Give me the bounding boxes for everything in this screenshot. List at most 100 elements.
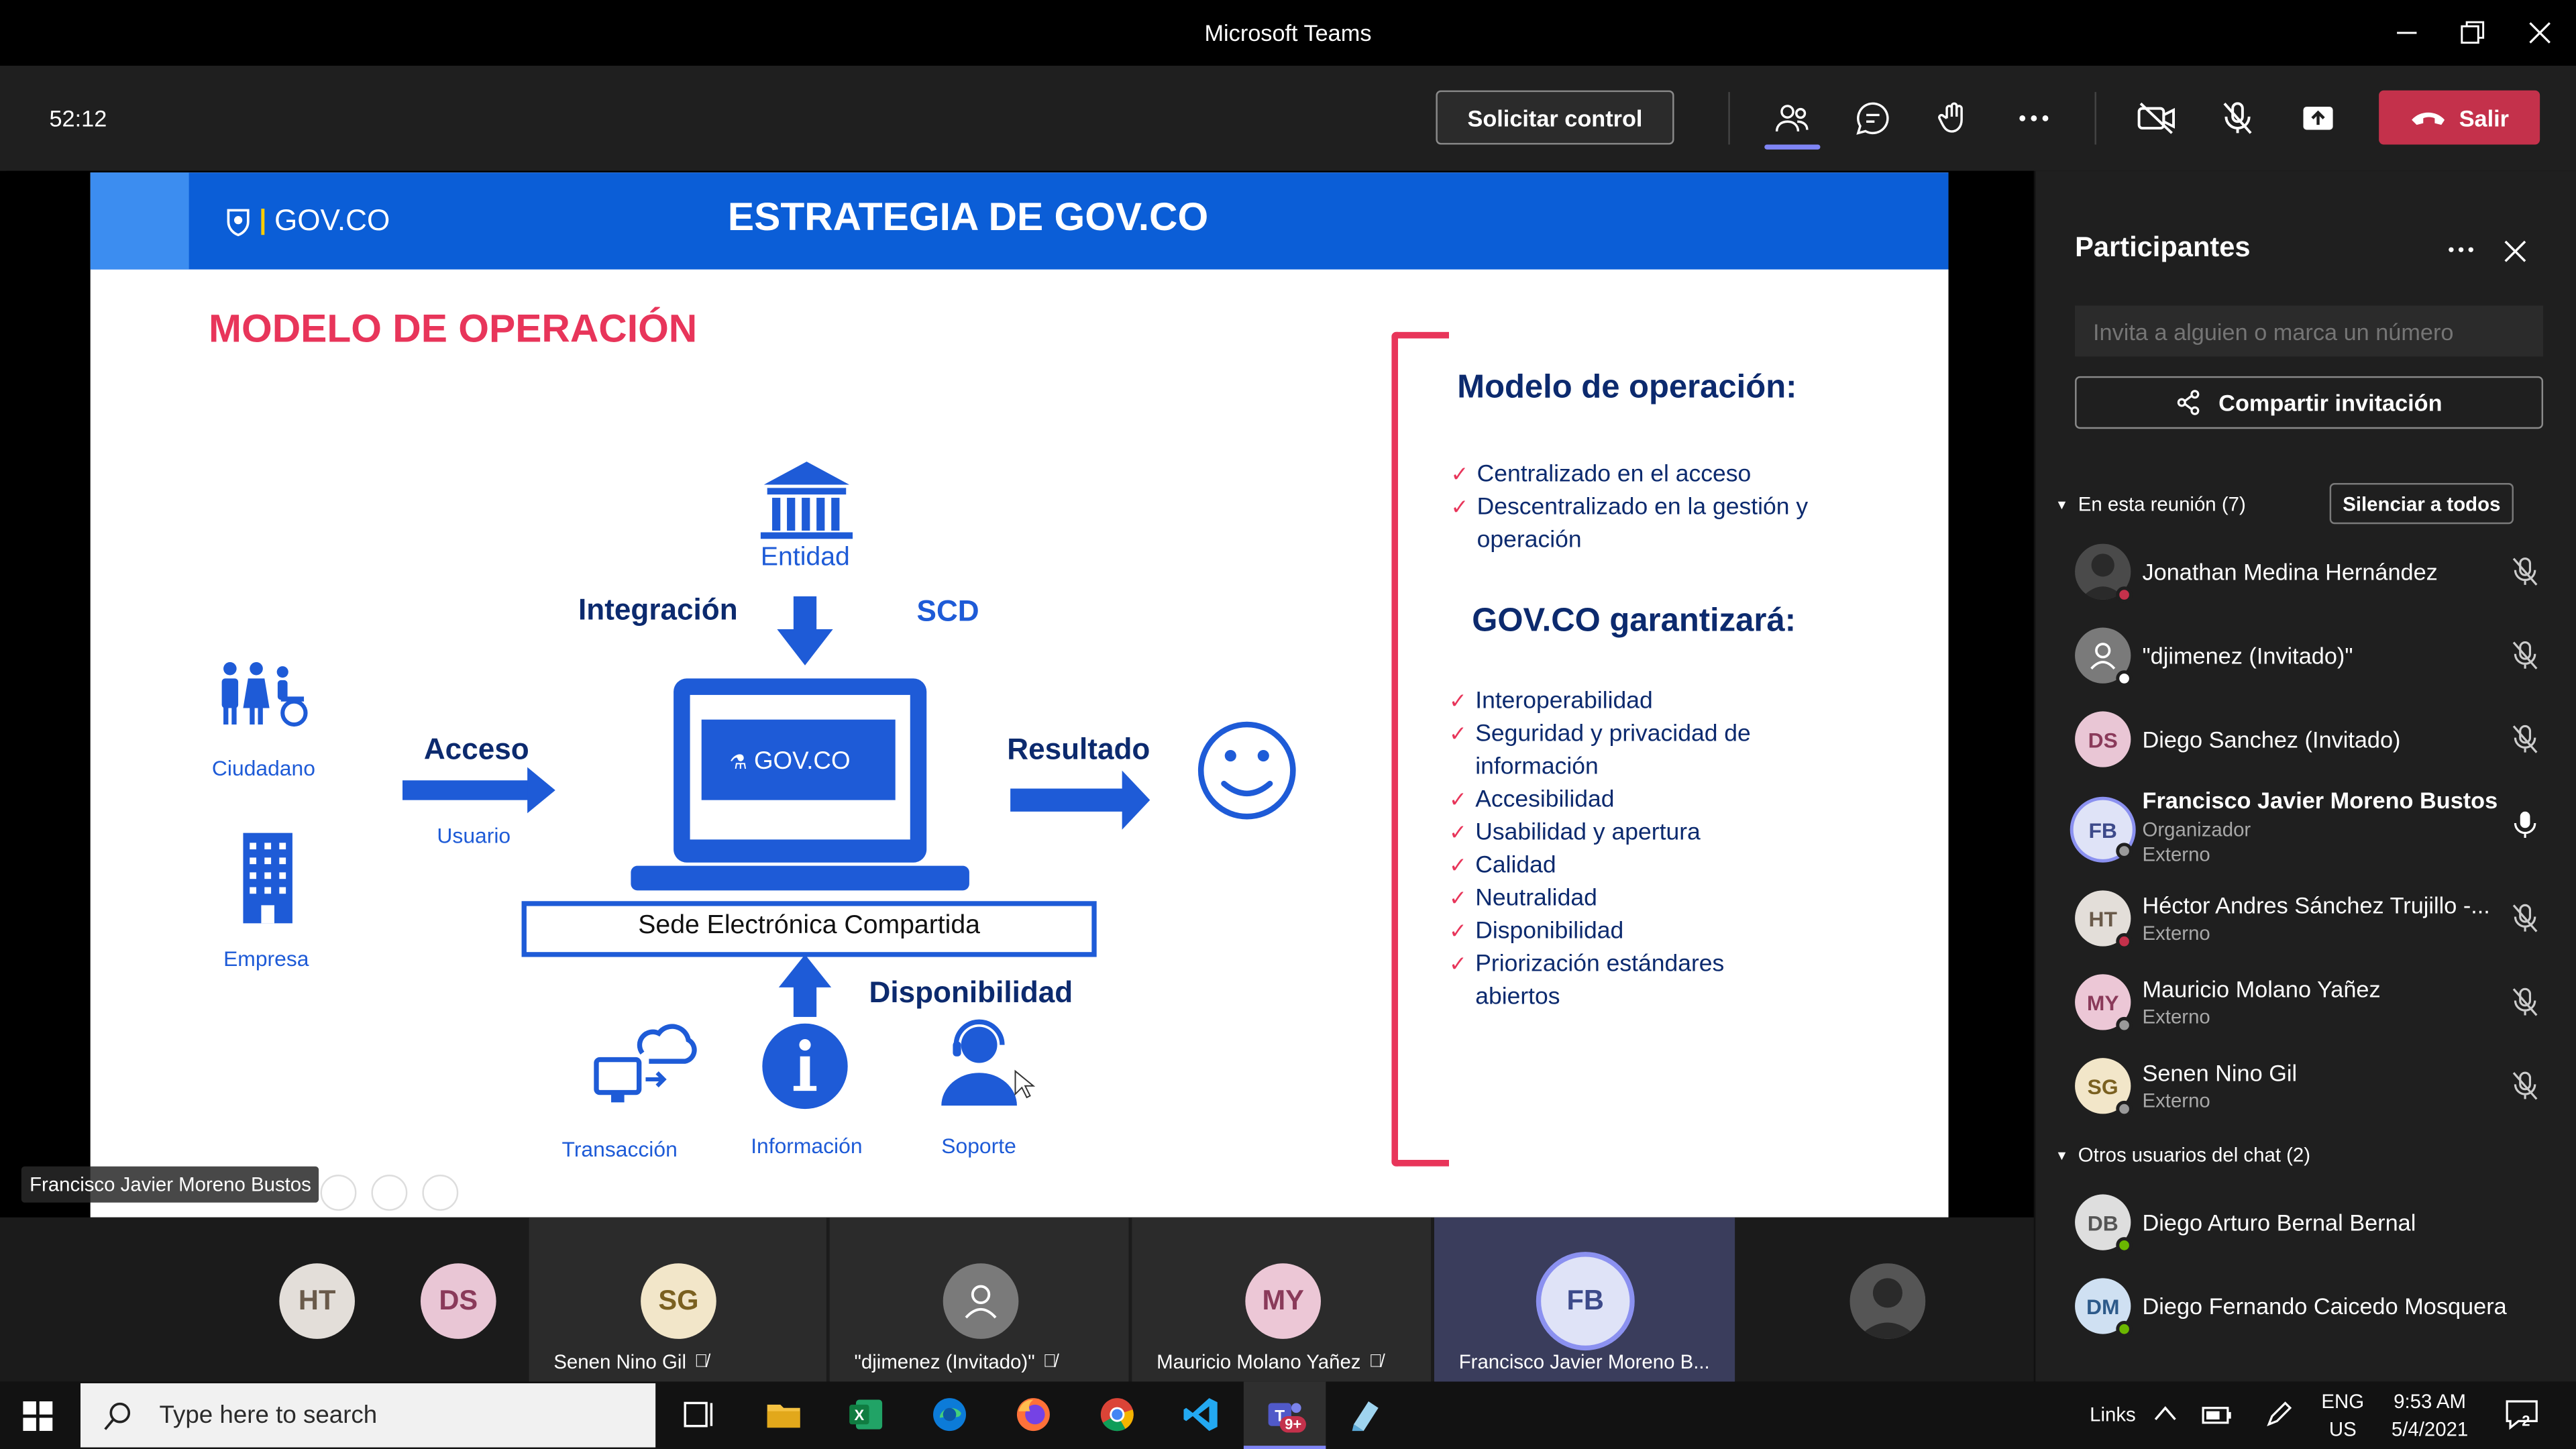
leave-button[interactable]: Salir [2379,90,2540,145]
vscode-icon[interactable] [1181,1395,1221,1434]
support-agent-icon [941,1019,1017,1106]
share-invite-label: Compartir invitación [2218,389,2443,416]
raise-hand-button[interactable] [1931,95,1977,142]
mic-muted-icon [2512,557,2538,586]
subtitles-icon[interactable] [371,1175,408,1211]
participant-row[interactable]: HT Héctor Andres Sánchez Trujillo -... E… [2035,881,2576,963]
result-label: Resultado [1007,733,1150,766]
mouse-cursor-icon [1014,1069,1036,1099]
video-tile[interactable] [1849,1218,1926,1382]
participant-row[interactable]: "djimenez (Invitado)" [2035,618,2576,700]
guarantee-item: Calidad [1449,849,1778,882]
participant-video-strip: HT DS SG Senen Nino Gil 🎙̸ "djimenez (Inv… [0,1217,2034,1382]
mic-muted-icon [2512,641,2538,669]
task-view-icon[interactable] [678,1395,718,1434]
participant-row[interactable]: SG Senen Nino Gil Externo [2035,1048,2576,1130]
video-tile[interactable]: MY Mauricio Molano Yañez 🎙̸ [1132,1217,1432,1382]
panel-title: Participantes [2075,231,2251,263]
camera-toggle-button[interactable] [2134,95,2180,142]
other-chat-users-section-header[interactable]: ▼ Otros usuarios del chat (2) [2055,1144,2310,1167]
file-explorer-icon[interactable] [764,1395,804,1434]
notification-count: 2 [2522,1413,2530,1430]
guarantee-item: Interoperabilidad [1449,685,1778,718]
close-window-button[interactable] [2515,10,2564,56]
share-screen-button[interactable] [2295,95,2341,142]
presenter-name-tag: Francisco Javier Moreno Bustos [21,1166,320,1203]
video-tile-active[interactable]: FB Francisco Javier Moreno B... [1434,1217,1735,1382]
scd-label: SCD [916,594,979,628]
chat-user-row[interactable]: DM Diego Fernando Caicedo Mosquera [2035,1269,2576,1350]
mic-on-icon [2514,811,2536,838]
show-chat-button[interactable] [1850,95,1896,142]
teams-badge: 9+ [1279,1416,1307,1433]
video-tile[interactable]: "djimenez (Invitado)" 🎙̸ [829,1217,1129,1382]
guarantee-item: Usabilidad y apertura [1449,816,1778,849]
mic-muted-icon [2512,904,2538,932]
entity-building-icon [760,462,853,539]
panel-more-button[interactable] [2447,237,2476,271]
participant-row[interactable]: Jonathan Medina Hernández [2035,534,2576,616]
company-label: Empresa [223,946,309,971]
participant-row[interactable]: DS Diego Sanchez (Invitado) [2035,702,2576,784]
support-label: Soporte [941,1133,1016,1159]
leave-label: Salir [2459,104,2510,131]
teams-taskbar-button[interactable]: T 9+ [1243,1381,1326,1449]
chat-user-row[interactable]: DB Diego Arturo Bernal Bernal [2035,1185,2576,1267]
tile-name: Mauricio Molano Yañez 🎙̸ [1157,1350,1383,1374]
chrome-icon[interactable] [1097,1395,1137,1434]
chat-user-name: Diego Arturo Bernal Bernal [2142,1209,2416,1236]
show-participants-button[interactable] [1770,95,1816,142]
result-arrow-icon [1010,770,1150,830]
clock[interactable]: 9:53 AM 5/4/2021 [2379,1390,2481,1441]
pen-icon[interactable] [2264,1400,2294,1430]
firefox-icon[interactable] [1014,1395,1053,1434]
windows-taskbar: Type here to search X T 9+ Links ENG US … [0,1381,2576,1449]
operation-model-item: Centralizado en el acceso [1450,458,1828,491]
caret-down-icon: ▼ [2055,496,2069,512]
citizen-label: Ciudadano [211,755,315,781]
status-available-dot [2116,1320,2133,1338]
chat-icon [1856,102,1889,135]
participant-row[interactable]: MY Mauricio Molano Yañez Externo [2035,965,2576,1046]
chevron-up-icon[interactable] [2154,1405,2177,1421]
notifications-button[interactable]: 2 [2504,1398,2540,1439]
request-control-button[interactable]: Solicitar control [1436,90,1674,145]
guarantee-item: Accesibilidad [1449,784,1778,816]
panel-close-button[interactable] [2504,240,2526,272]
share-invite-button[interactable]: Compartir invitación [2075,376,2544,429]
more-icon [2019,115,2049,121]
notepad-icon[interactable] [1346,1395,1385,1434]
more-actions-button[interactable] [2011,95,2057,142]
guarantee-list: Interoperabilidad Seguridad y privacidad… [1449,685,1778,1014]
participant-role: Organizador [2142,818,2251,841]
excel-icon[interactable]: X [846,1395,885,1434]
windows-start-icon[interactable] [23,1401,53,1432]
avatar: DS [420,1263,496,1339]
mic-muted-icon: 🎙̸ [1368,1352,1383,1372]
availability-arrow-icon [778,954,832,1017]
restore-button[interactable] [2448,10,2497,56]
more-icon [2449,247,2473,252]
minimize-button[interactable] [2382,10,2431,56]
mute-all-button[interactable]: Silenciar a todos [2329,483,2514,525]
more-options-icon[interactable] [422,1175,459,1211]
battery-icon[interactable] [2202,1401,2235,1428]
avatar [1849,1263,1926,1339]
participant-row[interactable]: FB Francisco Javier Moreno Bustos Organi… [2035,786,2576,881]
video-tile[interactable]: HT DS [263,1218,526,1382]
invite-input[interactable] [2075,305,2544,357]
taskbar-search-box[interactable]: Type here to search [80,1383,656,1448]
transaction-label: Transacción [561,1136,678,1162]
video-tile[interactable]: SG Senen Nino Gil 🎙̸ [529,1217,826,1382]
status-available-dot [2116,1237,2133,1254]
edge-icon[interactable] [930,1395,969,1434]
zoom-icon[interactable] [320,1175,357,1211]
mic-toggle-button[interactable] [2214,95,2261,142]
participant-name: Diego Sanchez (Invitado) [2142,726,2401,753]
in-meeting-section-header[interactable]: ▼ En esta reunión (7) [2055,493,2246,516]
input-language[interactable]: ENG US [2320,1390,2366,1441]
share-icon [2178,390,2200,415]
links-toolbar[interactable]: Links [2090,1403,2136,1426]
laptop-coat-icon: ⚗ [729,751,747,774]
caret-down-icon: ▼ [2055,1147,2069,1163]
